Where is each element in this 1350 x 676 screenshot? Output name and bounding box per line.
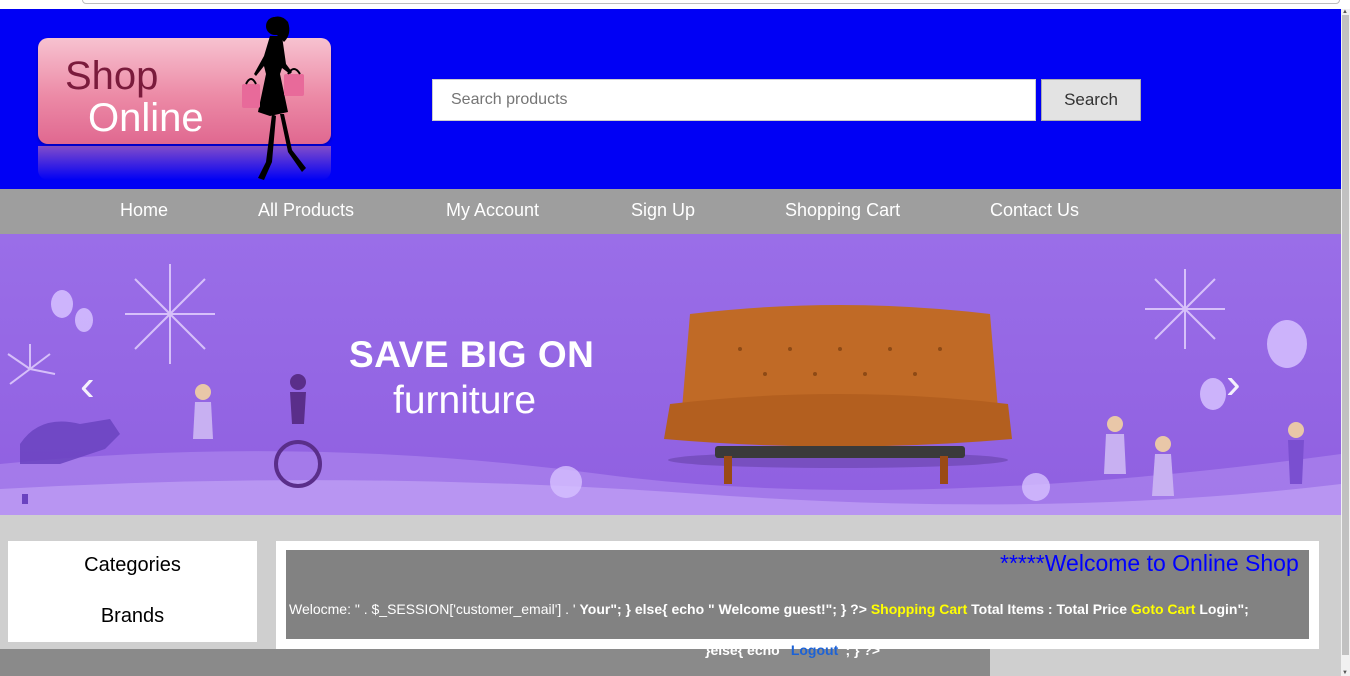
shopping-woman-icon [242, 16, 306, 180]
logout-link[interactable]: Logout [791, 642, 838, 658]
nav-home[interactable]: Home [120, 200, 168, 221]
code-prefix: }else{ echo ' [705, 642, 787, 658]
sidebar-item-categories[interactable]: Categories [8, 554, 257, 577]
logo-text-shop: Shop [65, 54, 159, 98]
browser-top-strip [0, 0, 1350, 9]
main-nav: Home All Products My Account Sign Up Sho… [0, 189, 1341, 234]
promo-carousel[interactable]: SAVE BIG ON furniture ‹ › [0, 234, 1341, 515]
search-button[interactable]: Search [1041, 79, 1141, 121]
nav-all-products[interactable]: All Products [258, 200, 354, 221]
login-link[interactable]: Login"; [1199, 601, 1248, 617]
raw-code-text: Welocme: " . $_SESSION['customer_email']… [289, 601, 580, 617]
banner-subheadline: furniture [393, 379, 537, 422]
chevron-right-icon[interactable]: › [1226, 362, 1241, 406]
welcome-marquee: *****Welcome to Online Shop [1000, 550, 1299, 576]
raw-code-text-2: Your"; } else{ echo " Welcome guest!"; }… [579, 601, 867, 617]
shopping-cart-label: Shopping Cart [870, 601, 968, 617]
goto-cart-link[interactable]: Goto Cart [1131, 601, 1196, 617]
nav-contact-us[interactable]: Contact Us [990, 200, 1079, 221]
logo-text-online: Online [88, 96, 204, 140]
site-logo[interactable]: Shop Online [38, 16, 331, 184]
nav-sign-up[interactable]: Sign Up [631, 200, 695, 221]
total-price-label: Total Price [1056, 601, 1127, 617]
total-items-label: Total Items : [971, 601, 1053, 617]
address-bar[interactable] [82, 0, 1340, 4]
sidebar-item-brands[interactable]: Brands [8, 605, 257, 628]
scrollbar-thumb[interactable] [1342, 15, 1349, 655]
user-cart-info: Welocme: " . $_SESSION['customer_email']… [289, 601, 1249, 617]
sidebar-panel: Categories Brands [8, 541, 257, 642]
nav-my-account[interactable]: My Account [446, 200, 539, 221]
logout-row: }else{ echo ' Logout '; } ?> [705, 642, 880, 658]
search-input[interactable] [432, 79, 1036, 121]
code-suffix: '; } ?> [842, 642, 881, 658]
scrollbar[interactable]: ▲ ▼ [1341, 9, 1350, 676]
chevron-left-icon[interactable]: ‹ [80, 364, 95, 408]
welcome-box: *****Welcome to Online Shop Welocme: " .… [286, 550, 1309, 639]
banner-illustration [0, 264, 1341, 515]
nav-shopping-cart[interactable]: Shopping Cart [785, 200, 900, 221]
banner-headline: SAVE BIG ON [349, 334, 595, 375]
scroll-down-icon[interactable]: ▼ [1342, 670, 1348, 676]
